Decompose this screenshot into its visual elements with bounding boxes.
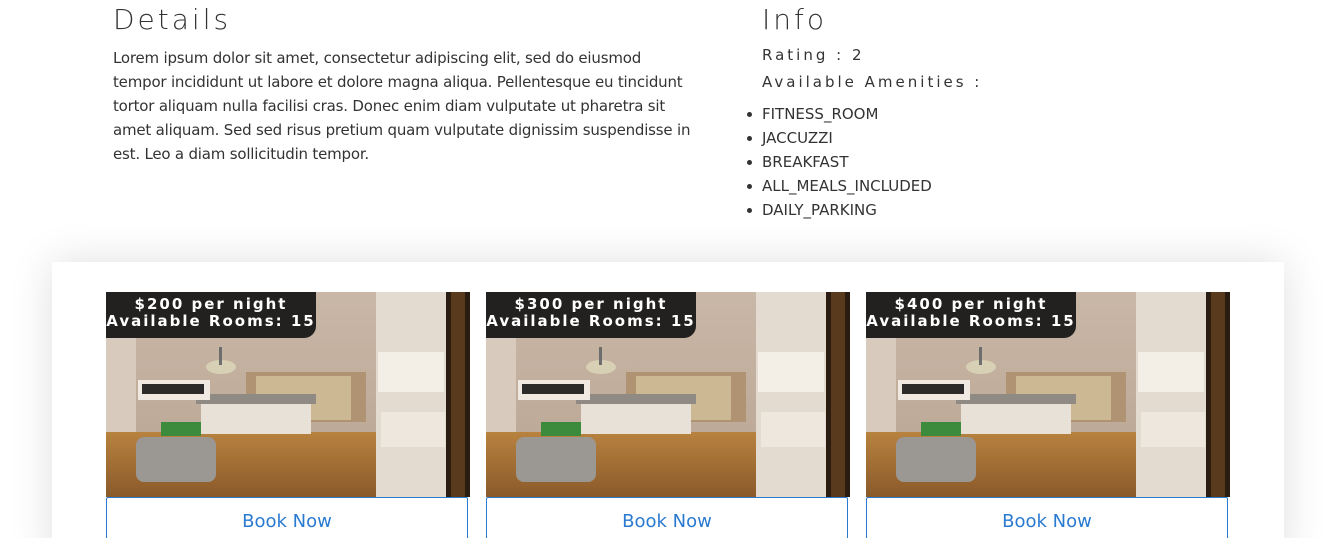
rating-text: Rating : 2 bbox=[762, 46, 865, 64]
book-now-button[interactable]: Book Now bbox=[106, 497, 468, 538]
room-card: $200 per night Available Rooms: 15 Book … bbox=[106, 292, 470, 538]
amenity-item: FITNESS_ROOM bbox=[747, 102, 1242, 126]
room-availability: Available Rooms: 15 bbox=[486, 312, 696, 330]
price-tag: $400 per night Available Rooms: 15 bbox=[866, 292, 1076, 338]
amenity-item: DAILY_PARKING bbox=[747, 198, 1242, 222]
book-now-button[interactable]: Book Now bbox=[866, 497, 1228, 538]
room-card: $300 per night Available Rooms: 15 Book … bbox=[486, 292, 850, 538]
details-title: Details bbox=[113, 3, 232, 36]
amenity-label: FITNESS_ROOM bbox=[762, 105, 879, 123]
room-availability: Available Rooms: 15 bbox=[106, 312, 316, 330]
info-title: Info bbox=[762, 3, 827, 36]
info-section: Info Rating : 2 Available Amenities : FI… bbox=[747, 0, 1242, 222]
amenity-label: BREAKFAST bbox=[762, 153, 849, 171]
details-section: Details Lorem ipsum dolor sit amet, cons… bbox=[113, 0, 693, 166]
bullet-icon bbox=[747, 160, 752, 165]
amenities-list: FITNESS_ROOM JACCUZZI BREAKFAST ALL_MEAL… bbox=[747, 102, 1242, 222]
bullet-icon bbox=[747, 184, 752, 189]
price-tag: $200 per night Available Rooms: 15 bbox=[106, 292, 316, 338]
amenity-label: JACCUZZI bbox=[762, 129, 833, 147]
amenity-label: ALL_MEALS_INCLUDED bbox=[762, 177, 932, 195]
price-tag: $300 per night Available Rooms: 15 bbox=[486, 292, 696, 338]
room-price: $200 per night bbox=[134, 295, 288, 313]
details-description: Lorem ipsum dolor sit amet, consectetur … bbox=[113, 49, 691, 163]
room-price: $400 per night bbox=[894, 295, 1048, 313]
amenity-item: JACCUZZI bbox=[747, 126, 1242, 150]
book-now-button[interactable]: Book Now bbox=[486, 497, 848, 538]
bullet-icon bbox=[747, 208, 752, 213]
room-card: $400 per night Available Rooms: 15 Book … bbox=[866, 292, 1230, 538]
amenity-item: BREAKFAST bbox=[747, 150, 1242, 174]
bullet-icon bbox=[747, 136, 752, 141]
hotel-detail-page: Details Lorem ipsum dolor sit amet, cons… bbox=[0, 0, 1342, 538]
room-availability: Available Rooms: 15 bbox=[866, 312, 1076, 330]
amenities-label: Available Amenities : bbox=[762, 73, 983, 91]
amenity-label: DAILY_PARKING bbox=[762, 201, 877, 219]
bullet-icon bbox=[747, 112, 752, 117]
amenity-item: ALL_MEALS_INCLUDED bbox=[747, 174, 1242, 198]
room-price: $300 per night bbox=[514, 295, 668, 313]
